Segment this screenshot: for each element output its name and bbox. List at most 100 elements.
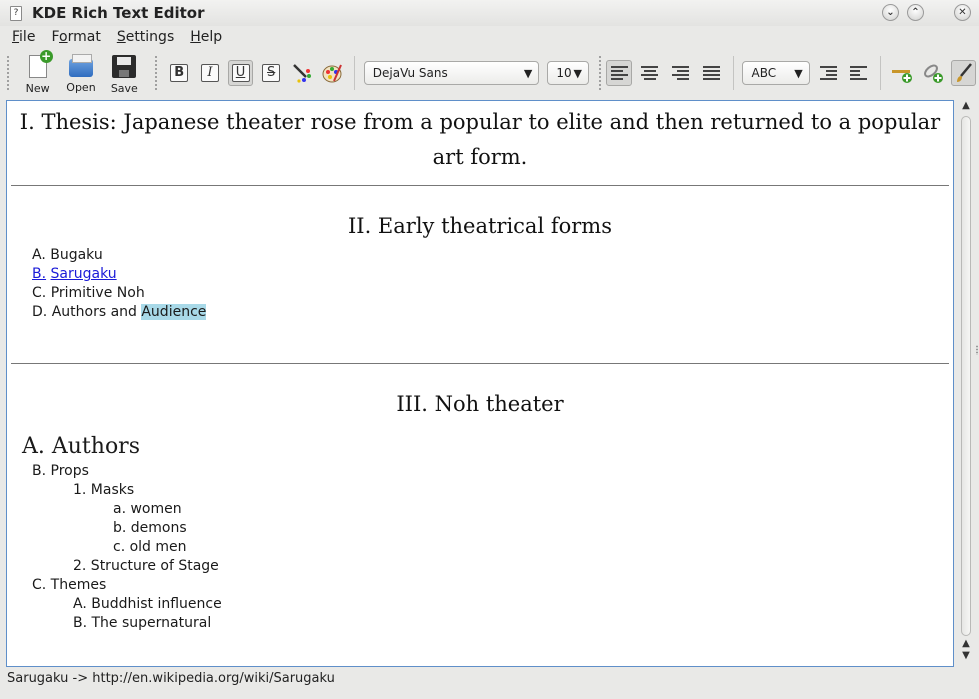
subsection-heading: A. Authors [22,434,140,459]
list-item: A. Buddhist influence [73,596,222,612]
sarugaku-link[interactable]: Sarugaku [51,266,117,282]
list-item: 2. Structure of Stage [73,558,219,574]
toolbar-separator [353,56,355,90]
new-button-label: New [25,82,50,95]
toolbar-separator [880,56,881,90]
rich-text-editor[interactable]: I. Thesis: Japanese theater rose from a … [6,100,954,667]
palette-icon [322,64,343,83]
strikethrough-button[interactable]: S [258,60,284,86]
menu-bar: File Format Settings Help [0,26,979,48]
align-justify-button[interactable] [698,60,724,86]
align-center-button[interactable] [637,60,663,86]
close-icon[interactable]: ✕ [954,4,971,21]
align-left-icon [610,66,628,80]
scroll-up-icon[interactable]: ▲ [958,638,974,650]
open-folder-icon [68,54,93,77]
list-item: C. Themes [32,577,107,593]
toolbar-grip[interactable] [598,55,602,91]
section-heading: II. Early theatrical forms [347,214,612,238]
list-style-select[interactable]: ABC ▼ [742,61,810,85]
menu-format[interactable]: Format [51,29,100,45]
toolbar-separator [732,56,734,90]
bold-icon: B [170,64,189,82]
insert-link-button[interactable] [920,60,946,86]
minimize-icon[interactable]: ⌄ [882,4,899,21]
list-item: A. Bugaku [32,247,103,263]
text-color-button[interactable] [289,60,315,86]
scroll-down-icon[interactable]: ▼ [958,650,974,662]
list-item: B. Sarugaku [32,265,953,284]
scrollbar-thumb[interactable] [961,116,971,636]
menu-settings[interactable]: Settings [117,29,174,45]
menu-help[interactable]: Help [190,29,222,45]
italic-button[interactable]: I [197,60,223,86]
align-right-icon [672,66,690,80]
link-icon [923,64,943,83]
list-item: b. demons [113,520,187,536]
menu-file[interactable]: File [12,29,35,45]
bold-button[interactable]: B [166,60,192,86]
window-controls: ⌄ ⌃ ✕ [882,4,971,21]
status-bar: Sarugaku -> http://en.wikipedia.org/wiki… [7,671,335,686]
chevron-down-icon: ▼ [794,66,803,80]
window-title: KDE Rich Text Editor [32,4,205,22]
app-icon: ? [10,5,22,21]
underline-icon: U [231,64,250,82]
list-item: C. Primitive Noh [32,285,145,301]
align-center-icon [641,66,659,80]
horizontal-rule [11,363,949,364]
section-list: A. Bugaku B. Sarugaku C. Primitive Noh D… [7,246,953,322]
list-item: a. women [113,501,182,517]
font-family-select[interactable]: DejaVu Sans ▼ [363,61,540,85]
link-marker[interactable]: B. [32,266,46,282]
font-size-value: 10 [556,66,572,80]
open-button[interactable]: Open [59,51,102,95]
indent-less-button[interactable] [846,60,872,86]
save-disk-icon [112,55,137,78]
horizontal-rule-icon [892,70,913,83]
indent-more-button[interactable] [815,60,841,86]
maximize-icon[interactable]: ⌃ [907,4,924,21]
indent-more-icon [819,66,837,80]
list-item: c. old men [113,539,187,555]
align-right-button[interactable] [668,60,694,86]
save-button[interactable]: Save [103,51,146,95]
highlighted-text: Audience [141,304,207,320]
open-button-label: Open [66,81,96,94]
underline-button[interactable]: U [227,60,254,86]
new-document-icon [28,50,53,78]
save-button-label: Save [110,82,138,95]
italic-icon: I [200,64,219,82]
vertical-scrollbar[interactable]: ▲ ▲ ▼ [958,100,974,667]
list-item: B. The supernatural [73,615,212,631]
outline-list: B. Props 1. Masks a. women b. demons c. … [7,462,953,633]
text-color-icon [292,64,311,83]
align-left-button[interactable] [606,60,633,86]
section-heading: III. Noh theater [396,392,564,416]
chevron-down-icon: ▼ [523,66,533,80]
strikethrough-icon: S [262,64,281,82]
insert-rule-button[interactable] [889,60,915,86]
font-family-value: DejaVu Sans [372,66,448,80]
thesis-heading: I. Thesis: Japanese theater rose from a … [19,110,941,169]
brush-icon [956,63,972,82]
title-bar: ? KDE Rich Text Editor ⌄ ⌃ ✕ [0,0,979,26]
horizontal-rule [11,185,949,186]
chevron-down-icon: ▼ [573,66,582,80]
list-item: B. Props [32,463,89,479]
main-toolbar: New Open Save B I U S DejaVu S [0,50,979,96]
background-color-button[interactable] [320,60,346,86]
align-justify-icon [702,66,720,80]
list-item: 1. Masks [73,482,135,498]
font-size-select[interactable]: 10 ▼ [547,61,589,85]
window-resize-grip[interactable] [976,345,978,355]
toolbar-grip[interactable] [6,55,10,91]
list-item: D. Authors and Audience [32,304,207,320]
scroll-arrows-bottom: ▲ ▼ [958,638,974,662]
indent-less-icon [850,66,868,80]
format-painter-button[interactable] [950,60,977,86]
list-style-value: ABC [751,66,777,80]
new-button[interactable]: New [16,50,59,95]
scroll-up-icon[interactable]: ▲ [958,100,974,112]
toolbar-grip[interactable] [154,55,158,91]
